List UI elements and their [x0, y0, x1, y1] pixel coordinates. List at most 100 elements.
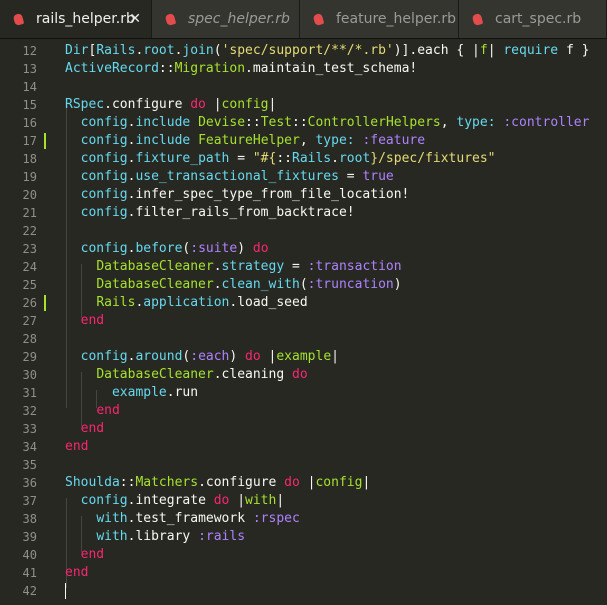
code-token: type:	[456, 115, 496, 130]
code-text: DatabaseCleaner.strategy = :transaction	[65, 258, 401, 276]
line-number: 36	[22, 476, 37, 490]
line-number: 15	[22, 98, 37, 112]
line-number: 35	[22, 458, 37, 472]
code-line[interactable]: 35	[0, 456, 607, 474]
code-token: (	[213, 43, 222, 58]
code-token: config	[80, 187, 128, 202]
line-number: 17	[22, 134, 37, 148]
code-line[interactable]: 27 end	[0, 312, 607, 330]
close-tab-icon[interactable]: ✕	[129, 10, 141, 28]
code-line[interactable]: 40 end	[0, 546, 607, 564]
code-editor[interactable]: 12 Dir[Rails.root.join('spec/support/**/*…	[0, 39, 607, 605]
code-text: config.infer_spec_type_from_file_locatio…	[65, 186, 410, 204]
code-line[interactable]: 13 ActiveRecord::Migration.maintain_test_…	[0, 60, 607, 78]
tab-spec-helper[interactable]: spec_helper.rb	[152, 0, 300, 38]
tab-rails-helper[interactable]: rails_helper.rb ✕	[0, 0, 152, 38]
code-token: .maintain_test_schema!	[245, 61, 418, 76]
code-line[interactable]: 20 config.infer_spec_type_from_file_loca…	[0, 186, 607, 204]
code-line[interactable]: 22	[0, 222, 607, 240]
code-line[interactable]: 42	[0, 582, 607, 600]
code-token: FeatureHelper	[198, 133, 300, 148]
code-line[interactable]: 21 config.filter_rails_from_backtrace!	[0, 204, 607, 222]
ruby-file-icon	[312, 13, 325, 26]
code-line[interactable]: 28	[0, 330, 607, 348]
code-line[interactable]: 41 end	[0, 564, 607, 582]
code-line[interactable]: 33 end	[0, 420, 607, 438]
code-token: type:	[315, 133, 355, 148]
code-line[interactable]: 16 config.include Devise::Test::Controll…	[0, 114, 607, 132]
code-token: .	[331, 151, 339, 166]
code-token: |	[268, 97, 277, 112]
code-token: config	[80, 133, 128, 148]
code-token: |	[276, 493, 285, 508]
code-token: with	[96, 511, 128, 526]
code-token: root	[143, 43, 175, 58]
code-token: :rspec	[252, 511, 300, 526]
code-token: end	[65, 439, 89, 454]
code-text: Shoulda::Matchers.configure do |config|	[65, 474, 370, 492]
line-number: 20	[22, 188, 37, 202]
code-line[interactable]: 26 Rails.application.load_seed	[0, 294, 607, 312]
code-line[interactable]: 19 config.use_transactional_fixtures = t…	[0, 168, 607, 186]
code-token: }/spec/fixtures"	[370, 151, 496, 166]
code-line[interactable]: 18 config.fixture_path = "#{::Rails.root…	[0, 150, 607, 168]
code-line[interactable]: 30 DatabaseCleaner.cleaning do	[0, 366, 607, 384]
code-line[interactable]: 37 config.integrate do |with|	[0, 492, 607, 510]
line-number: 23	[22, 242, 37, 256]
code-line[interactable]: 31 example.run	[0, 384, 607, 402]
code-text: RSpec.configure do |config|	[65, 96, 276, 114]
code-token: clean_with	[221, 277, 300, 292]
tab-bar: rails_helper.rb ✕ spec_helper.rb feature…	[0, 0, 607, 39]
code-token: application	[143, 295, 230, 310]
code-line[interactable]: 29 config.around(:each) do |example|	[0, 348, 607, 366]
code-line[interactable]: 36 Shoulda::Matchers.configure do |config…	[0, 474, 607, 492]
code-text: example.run	[65, 384, 198, 402]
code-text: end	[65, 402, 119, 420]
code-token: join	[182, 43, 214, 58]
code-token: before	[135, 241, 183, 256]
code-token: root	[338, 151, 371, 166]
code-line[interactable]: 38 with.test_framework :rspec	[0, 510, 607, 528]
line-number: 29	[22, 350, 37, 364]
code-token: :controller	[503, 115, 590, 130]
code-line[interactable]: 32 end	[0, 402, 607, 420]
code-line[interactable]: 15 RSpec.configure do |config|	[0, 96, 607, 114]
code-token: do	[252, 241, 269, 256]
gutter-modified-marker	[44, 295, 46, 311]
code-line[interactable]: 25 DatabaseCleaner.clean_with(:truncatio…	[0, 276, 607, 294]
tab-feature-helper[interactable]: feature_helper.rb	[300, 0, 459, 38]
code-token: with	[245, 493, 277, 508]
code-line[interactable]: 14	[0, 78, 607, 96]
code-token: end	[80, 547, 105, 562]
code-token: ,	[299, 133, 316, 148]
code-token: Rails	[96, 295, 136, 310]
code-token: |	[260, 349, 277, 364]
code-line[interactable]: 23 config.before(:suite) do	[0, 240, 607, 258]
code-line[interactable]: 34 end	[0, 438, 607, 456]
code-token: .integrate	[127, 493, 214, 508]
line-number: 28	[22, 332, 37, 346]
code-line[interactable]: 17 config.include FeatureHelper, type: :…	[0, 132, 607, 150]
code-token: ,	[440, 115, 457, 130]
code-token: .cleaning	[213, 367, 292, 382]
line-number: 27	[22, 314, 37, 328]
code-line[interactable]: 39 with.library :rails	[0, 528, 607, 546]
code-token: :each	[190, 349, 230, 364]
code-token: config	[80, 349, 128, 364]
ruby-file-icon	[12, 13, 25, 26]
code-line[interactable]: 12 Dir[Rails.root.join('spec/support/**/*…	[0, 42, 607, 60]
code-token: do	[213, 493, 230, 508]
code-token: DatabaseCleaner	[96, 367, 214, 382]
tab-cart-spec[interactable]: cart_spec.rb	[459, 0, 607, 38]
code-text: config.include Devise::Test::ControllerH…	[65, 114, 590, 132]
line-number: 34	[22, 440, 37, 454]
code-line[interactable]: 24 DatabaseCleaner.strategy = :transacti…	[0, 258, 607, 276]
code-token: config	[221, 97, 269, 112]
